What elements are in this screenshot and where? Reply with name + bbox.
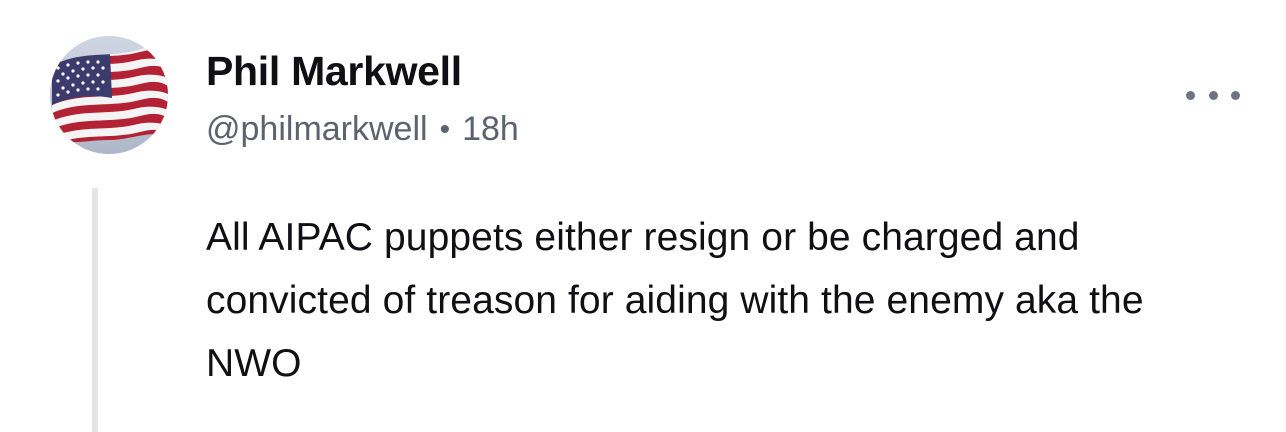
more-horizontal-icon-dot <box>1231 90 1240 100</box>
more-horizontal-icon <box>1186 90 1195 100</box>
meta-separator: • <box>439 112 451 146</box>
post-card: Phil Markwell @philmarkwell • 18h All AI… <box>0 0 1286 432</box>
post-meta: @philmarkwell • 18h <box>206 110 519 149</box>
american-flag-icon <box>50 36 168 154</box>
author-handle[interactable]: @philmarkwell <box>206 110 428 149</box>
post-timestamp[interactable]: 18h <box>462 110 519 149</box>
avatar[interactable] <box>50 36 168 154</box>
thread-line <box>92 188 98 432</box>
author-display-name[interactable]: Phil Markwell <box>206 48 462 95</box>
post-body-text: All AIPAC puppets either resign or be ch… <box>206 216 1144 385</box>
more-options-button[interactable] <box>1186 80 1240 110</box>
more-horizontal-icon-dot <box>1208 90 1218 100</box>
